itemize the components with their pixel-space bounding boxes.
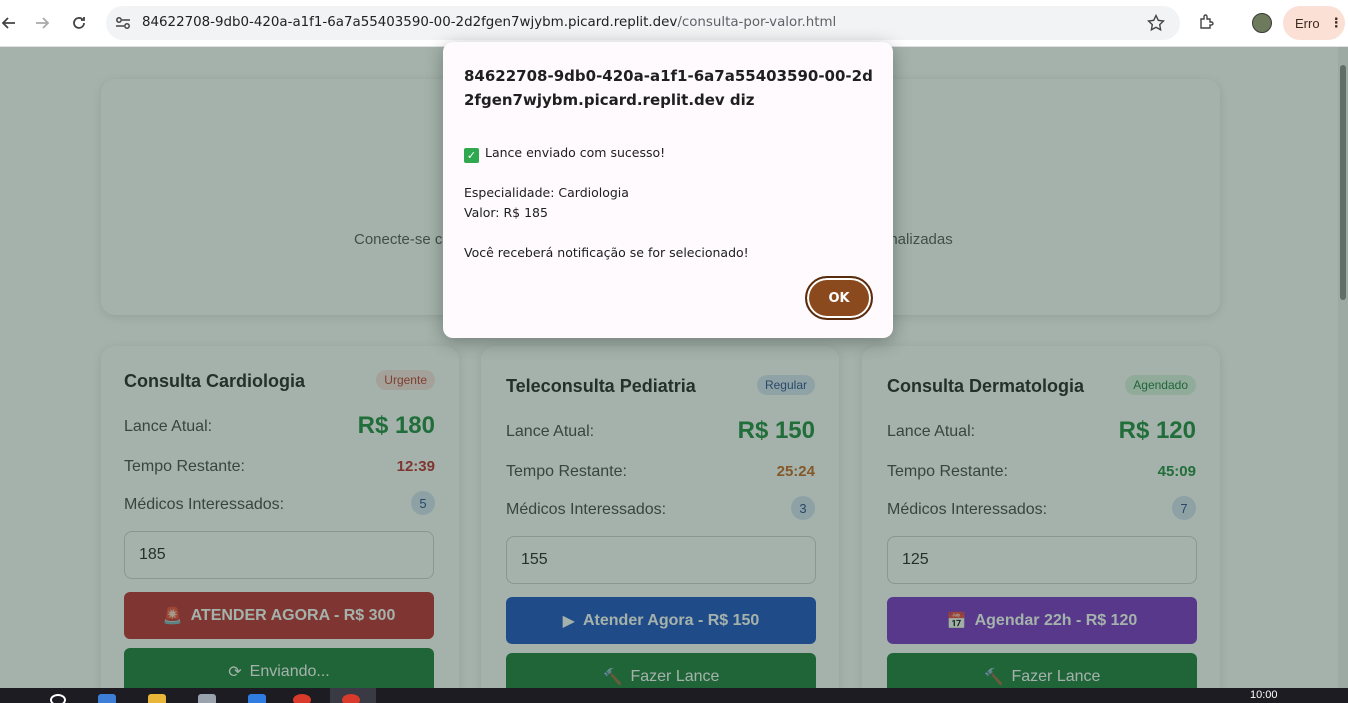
back-icon[interactable]	[0, 8, 24, 38]
dialog-especialidade: Especialidade: Cardiologia	[464, 185, 629, 200]
ok-button[interactable]: OK	[805, 276, 873, 320]
os-taskbar: 10:00	[0, 688, 1348, 703]
browser-toolbar: 84622708-9db0-420a-a1f1-6a7a55403590-00-…	[0, 0, 1348, 47]
active-app-tile[interactable]	[330, 688, 376, 703]
search-icon[interactable]	[50, 694, 66, 703]
menu-dots-icon[interactable]: ⋮	[1330, 15, 1343, 31]
clock-time: 10:00	[1250, 689, 1278, 701]
site-settings-icon[interactable]	[115, 16, 131, 35]
extensions-icon[interactable]	[1198, 13, 1216, 36]
chrome-icon[interactable]	[293, 694, 311, 703]
profile-avatar[interactable]	[1252, 13, 1272, 33]
address-bar[interactable]: 84622708-9db0-420a-a1f1-6a7a55403590-00-…	[106, 6, 1180, 40]
url-text: 84622708-9db0-420a-a1f1-6a7a55403590-00-…	[142, 15, 837, 30]
app-icon[interactable]	[198, 694, 216, 703]
app-icon[interactable]	[248, 694, 266, 703]
dialog-success-line: ✓ Lance enviado com sucesso!	[464, 145, 665, 163]
forward-icon[interactable]	[27, 8, 57, 38]
reload-icon[interactable]	[64, 8, 94, 38]
dialog-valor: Valor: R$ 185	[464, 205, 548, 220]
dialog-notice: Você receberá notificação se for selecio…	[464, 245, 749, 260]
chrome-icon	[342, 694, 360, 703]
check-mark-icon: ✓	[464, 148, 479, 163]
bookmark-star-icon[interactable]	[1146, 13, 1166, 37]
error-label: Erro	[1295, 15, 1320, 31]
dialog-origin: 84622708-9db0-420a-a1f1-6a7a55403590-00-…	[464, 67, 873, 109]
error-button[interactable]: Erro ⋮	[1283, 6, 1345, 40]
alert-dialog: 84622708-9db0-420a-a1f1-6a7a55403590-00-…	[443, 42, 893, 338]
folder-icon[interactable]	[148, 694, 166, 703]
app-icon[interactable]	[98, 694, 116, 703]
